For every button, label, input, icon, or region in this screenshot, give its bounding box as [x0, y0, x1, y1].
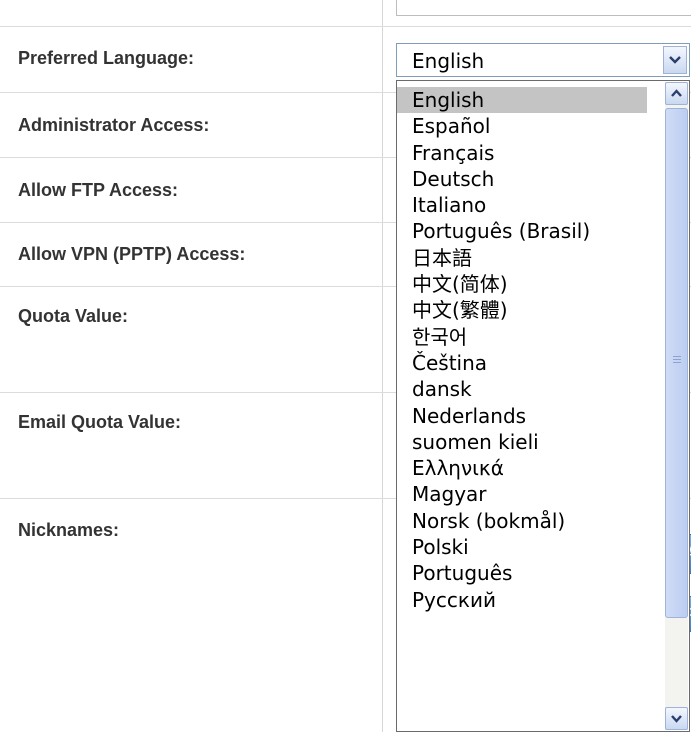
- language-option[interactable]: Português: [397, 560, 647, 586]
- quota-value-label: Quota Value:: [18, 306, 129, 326]
- preferred-language-select-value: English: [412, 49, 485, 73]
- allow-vpn-access-label: Allow VPN (PPTP) Access:: [18, 244, 246, 264]
- language-option[interactable]: Norsk (bokmål): [397, 508, 647, 534]
- language-option[interactable]: Italiano: [397, 192, 647, 218]
- user-settings-form: Preferred Language: Administrator Access…: [0, 0, 691, 732]
- column-divider: [382, 0, 383, 732]
- language-option[interactable]: suomen kieli: [397, 429, 647, 455]
- language-option[interactable]: English: [397, 87, 647, 114]
- language-option[interactable]: Ελληνικά: [397, 455, 647, 481]
- preferred-language-select[interactable]: English: [396, 43, 690, 77]
- row-divider: [0, 26, 691, 27]
- previous-field-input[interactable]: [396, 0, 691, 16]
- chevron-down-icon[interactable]: [665, 707, 688, 730]
- language-option[interactable]: Magyar: [397, 481, 647, 507]
- scrollbar-thumb[interactable]: [665, 108, 688, 618]
- chevron-up-icon[interactable]: [665, 82, 688, 105]
- administrator-access-label: Administrator Access:: [18, 115, 210, 135]
- nicknames-label: Nicknames:: [18, 520, 120, 540]
- allow-ftp-access-label: Allow FTP Access:: [18, 180, 179, 200]
- language-option[interactable]: Čeština: [397, 350, 647, 376]
- dropdown-scrollbar[interactable]: [665, 82, 688, 730]
- language-option[interactable]: Español: [397, 113, 647, 139]
- preferred-language-label: Preferred Language:: [18, 48, 195, 68]
- language-option[interactable]: Deutsch: [397, 166, 647, 192]
- chevron-down-icon[interactable]: [663, 46, 687, 74]
- language-options: English Español Français Deutsch Italiano Por…: [397, 87, 647, 613]
- language-option[interactable]: 中文(简体): [397, 271, 647, 297]
- language-option[interactable]: Polski: [397, 534, 647, 560]
- language-option[interactable]: dansk: [397, 376, 647, 402]
- language-option[interactable]: 中文(繁體): [397, 297, 647, 323]
- language-option[interactable]: 日本語: [397, 245, 647, 271]
- grip-icon: [666, 109, 687, 617]
- language-option[interactable]: Nederlands: [397, 403, 647, 429]
- language-option[interactable]: Português (Brasil): [397, 218, 647, 244]
- email-quota-value-label: Email Quota Value:: [18, 412, 182, 432]
- language-option[interactable]: Русский: [397, 587, 647, 613]
- language-option[interactable]: Français: [397, 140, 647, 166]
- language-option[interactable]: 한국어: [397, 324, 647, 350]
- language-dropdown-list[interactable]: English Español Français Deutsch Italiano Por…: [396, 80, 690, 732]
